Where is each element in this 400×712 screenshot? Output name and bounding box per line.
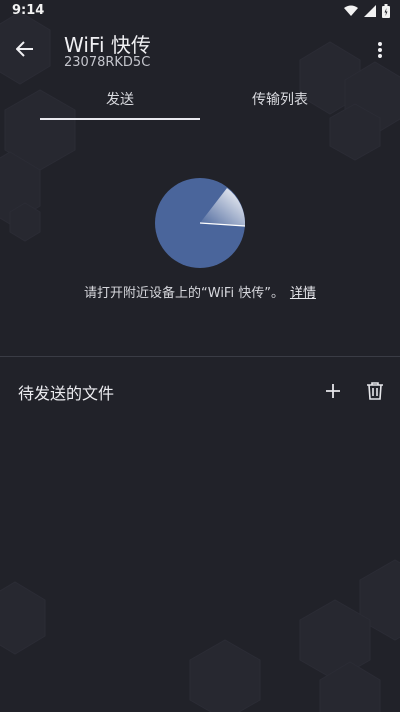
divider	[0, 356, 400, 357]
tab-send[interactable]: 发送	[40, 84, 200, 120]
app-bar: WiFi 快传 23078RKD5C	[0, 24, 400, 80]
back-button[interactable]	[10, 34, 40, 64]
delete-files-button[interactable]	[362, 378, 388, 404]
trash-icon	[367, 382, 383, 400]
wifi-icon	[344, 5, 358, 16]
status-time: 9:14	[12, 3, 45, 18]
more-vert-icon	[378, 42, 382, 58]
tab-transfer-list[interactable]: 传输列表	[200, 84, 360, 120]
status-icons	[344, 4, 390, 18]
details-link[interactable]: 详情	[290, 286, 316, 301]
more-options-button[interactable]	[368, 36, 392, 64]
hint-message: 请打开附近设备上的“WiFi 快传”。	[84, 286, 284, 301]
tab-indicator	[40, 118, 200, 120]
page-title: WiFi 快传	[64, 33, 151, 57]
plus-icon	[326, 384, 340, 398]
device-name: 23078RKD5C	[64, 55, 151, 70]
add-file-button[interactable]	[320, 378, 346, 404]
pending-files-title: 待发送的文件	[18, 384, 115, 403]
status-bar: 9:14	[0, 0, 400, 24]
radar-scan-icon	[155, 178, 245, 268]
battery-icon	[382, 4, 390, 18]
signal-icon	[364, 5, 376, 17]
arrow-back-icon	[16, 41, 33, 57]
tab-bar: 发送 传输列表	[40, 84, 360, 120]
hint-text: 请打开附近设备上的“WiFi 快传”。 详情	[0, 282, 400, 301]
